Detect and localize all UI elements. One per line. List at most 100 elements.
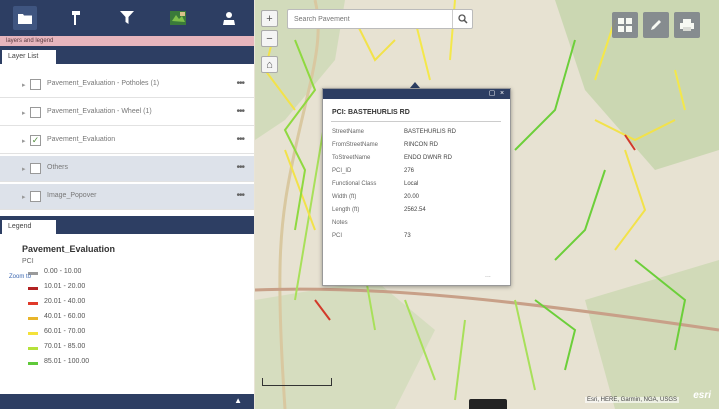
panel-toolbar xyxy=(0,0,254,36)
legend-rows: 0.00 - 10.00 10.01 - 20.00 20.01 - 40.00 40… xyxy=(22,266,254,370)
layer-row-potholes[interactable]: ▸ Pavement_Evaluation - Potholes (1) ••• xyxy=(0,72,254,98)
legend-swatch xyxy=(28,287,38,290)
layer-label: Pavement_Evaluation - Potholes (1) xyxy=(47,80,160,87)
popup-field-key: PCI xyxy=(332,233,343,239)
popup-field-key: Notes xyxy=(332,220,348,226)
popup-title: PCI: BASTEHURLIS RD xyxy=(332,109,410,116)
expand-icon[interactable]: ▸ xyxy=(22,165,26,173)
user-icon[interactable] xyxy=(217,6,241,30)
layer-row-pavement[interactable]: ▸ ✓ Pavement_Evaluation ••• xyxy=(0,128,254,154)
layer-list-icon[interactable] xyxy=(13,6,38,30)
layer-label: Pavement_Evaluation - Wheel (1) xyxy=(47,108,152,115)
panel-subheader: layers and legend xyxy=(0,36,254,46)
layer-checkbox-checked[interactable]: ✓ xyxy=(30,135,41,146)
layer-row-others[interactable]: ▸ Others ••• xyxy=(0,156,254,182)
layer-row-wheel[interactable]: ▸ Pavement_Evaluation - Wheel (1) ••• xyxy=(0,100,254,126)
maximize-icon[interactable]: ▢ xyxy=(488,90,496,98)
filter-icon[interactable] xyxy=(115,6,139,30)
popup-header-bar: ▢ × xyxy=(323,89,510,99)
collapse-panel-icon[interactable]: ▲ xyxy=(234,396,242,405)
layer-checkbox[interactable] xyxy=(30,79,41,90)
legend-swatch xyxy=(28,362,38,365)
legend-range: 0.00 - 10.00 xyxy=(44,268,82,275)
zoom-to-link[interactable]: Zoom to xyxy=(9,274,31,280)
popup-field-row: Functional Class Local xyxy=(332,181,502,191)
layer-checkbox[interactable] xyxy=(30,107,41,118)
map-attribution: Esri, HERE, Garmin, NGA, USGS xyxy=(584,397,679,403)
popup-field-key: ToStreetName xyxy=(332,155,371,161)
expand-icon[interactable]: ▸ xyxy=(22,81,26,89)
popup-field-key: PCI_ID xyxy=(332,168,352,174)
popup-field-key: FromStreetName xyxy=(332,142,379,148)
popup-field-row: Notes xyxy=(332,220,502,230)
popup-field-row: StreetName BASTEHURLIS RD xyxy=(332,129,502,139)
expand-icon[interactable]: ▸ xyxy=(22,137,26,145)
expand-icon[interactable]: ▸ xyxy=(22,193,26,201)
legend-swatch xyxy=(28,302,38,305)
legend-swatch xyxy=(28,347,38,350)
layer-tabbar: Layer List xyxy=(0,46,254,64)
popup-field-row: Length (ft) 2562.54 xyxy=(332,207,502,217)
bottom-panel-handle[interactable] xyxy=(469,399,507,409)
legend-title: Pavement_Evaluation xyxy=(22,244,116,254)
home-button[interactable]: ⌂ xyxy=(261,56,278,73)
legend-row: 70.01 - 85.00 xyxy=(22,341,254,355)
layer-label: Pavement_Evaluation xyxy=(47,136,116,143)
popup-field-row: PCI_ID 276 xyxy=(332,168,502,178)
popup-more-icon[interactable]: ... xyxy=(485,272,705,279)
legend-swatch xyxy=(28,332,38,335)
layer-label: Others xyxy=(47,164,69,171)
popup-field-value: 20.00 xyxy=(404,194,420,200)
search-input[interactable] xyxy=(294,13,444,26)
edit-icon[interactable] xyxy=(643,12,669,38)
zoom-in-button[interactable]: + xyxy=(261,10,278,27)
expand-icon[interactable]: ▸ xyxy=(22,109,26,117)
panel-footer: ▲ xyxy=(0,394,254,409)
legend-range: 60.01 - 70.00 xyxy=(44,328,86,335)
legend-range: 70.01 - 85.00 xyxy=(44,343,86,350)
layer-list: ▸ Pavement_Evaluation - Potholes (1) •••… xyxy=(0,64,254,216)
more-options-icon[interactable]: ••• xyxy=(236,162,244,173)
popup-field-key: Length (ft) xyxy=(332,207,360,213)
popup-field-value: ENDO DWNR RD xyxy=(404,155,452,161)
more-options-icon[interactable]: ••• xyxy=(236,78,244,89)
legend-row: 40.01 - 60.00 xyxy=(22,311,254,325)
app-window: layers and legend Layer List ▸ Pavement_… xyxy=(0,0,719,409)
zoom-out-button[interactable]: − xyxy=(261,30,278,47)
search-icon[interactable] xyxy=(452,10,472,28)
legend-field: PCI xyxy=(22,258,34,265)
popup-field-row: ToStreetName ENDO DWNR RD xyxy=(332,155,502,165)
popup-field-row: Width (ft) 20.00 xyxy=(332,194,502,204)
more-options-icon[interactable]: ••• xyxy=(236,134,244,145)
tab-layer-list[interactable]: Layer List xyxy=(2,50,56,64)
print-icon[interactable] xyxy=(674,12,700,38)
layer-checkbox[interactable] xyxy=(30,191,41,202)
tab-legend[interactable]: Legend xyxy=(2,220,56,234)
close-icon[interactable]: × xyxy=(498,90,506,98)
popup-field-value: 276 xyxy=(404,168,415,174)
legend-range: 85.01 - 100.00 xyxy=(44,358,90,365)
legend-panel: Pavement_Evaluation PCI 0.00 - 10.00 10.0… xyxy=(0,234,254,394)
more-options-icon[interactable]: ••• xyxy=(236,190,244,201)
basemap-icon[interactable] xyxy=(64,6,88,30)
popup-field-row: FromStreetName RINCON RD xyxy=(332,142,502,152)
map-icon[interactable] xyxy=(166,6,190,30)
more-options-icon[interactable]: ••• xyxy=(236,106,244,117)
legend-row: 60.01 - 70.00 xyxy=(22,326,254,340)
legend-row: 0.00 - 10.00 xyxy=(22,266,254,280)
popup-field-row: PCI 73 xyxy=(332,233,502,243)
popup-field-key: StreetName xyxy=(332,129,365,135)
layer-row-image-popover[interactable]: ▸ Image_Popover ••• xyxy=(0,184,254,210)
grid-icon[interactable] xyxy=(612,12,638,38)
popup-divider xyxy=(331,121,501,122)
search-box xyxy=(287,9,473,29)
popup-field-value: 2562.54 xyxy=(404,207,426,213)
layer-checkbox[interactable] xyxy=(30,163,41,174)
feature-popup: ▢ × PCI: BASTEHURLIS RD StreetName BASTEH… xyxy=(322,88,511,286)
legend-row: 20.01 - 40.00 xyxy=(22,296,254,310)
popup-field-value: RINCON RD xyxy=(404,142,438,148)
legend-row: 10.01 - 20.00 xyxy=(22,281,254,295)
panel-subheader-label: layers and legend xyxy=(6,38,54,44)
legend-range: 40.01 - 60.00 xyxy=(44,313,86,320)
legend-swatch xyxy=(28,317,38,320)
